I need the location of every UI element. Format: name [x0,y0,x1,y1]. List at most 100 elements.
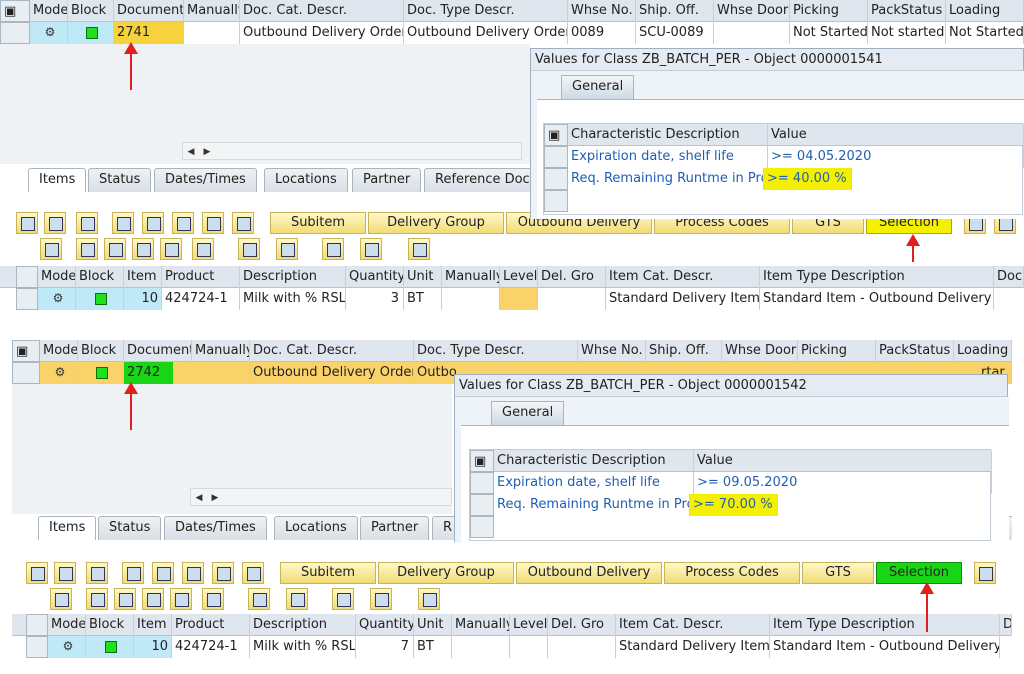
subtotal-icon[interactable] [276,238,298,260]
batch-icon[interactable] [242,562,264,584]
tab-reference-doc[interactable]: Reference Doc [424,168,541,192]
scroll-left-icon[interactable]: ◀ [183,144,199,160]
subtotal-icon[interactable] [286,588,308,610]
col-ship-off[interactable]: Ship. Off. [646,340,722,362]
col-whse-no[interactable]: Whse No. [578,340,646,362]
info-icon[interactable] [418,588,440,610]
select-all-icon[interactable]: ▣ [0,0,30,22]
sort-asc-icon[interactable] [76,238,98,260]
characteristic-row[interactable]: Req. Remaining Runtme in Pro >= 70.00 % [470,494,990,516]
tab-general[interactable]: General [491,401,565,425]
tab-status[interactable]: Status [88,168,152,192]
scroll-up-icon[interactable] [16,212,38,234]
row-selector[interactable] [470,472,494,494]
col-description[interactable]: Description [250,614,356,636]
col-block[interactable]: Block [78,340,124,362]
item-row[interactable]: ⚙ 10 424724-1 Milk with % RSL 3 BT Stand… [0,288,1024,310]
col-doc[interactable]: D [1000,614,1012,636]
col-manually[interactable]: Manually [184,0,240,22]
select-all-icon[interactable]: ▣ [12,340,40,362]
tab-locations[interactable]: Locations [264,168,348,192]
characteristic-row[interactable] [470,516,990,538]
col-level[interactable]: Level [500,266,538,288]
outbound-delivery-button[interactable]: Outbound Delivery [516,562,662,584]
select-all-icon[interactable] [26,614,48,636]
col-level[interactable]: Level [510,614,548,636]
characteristic-row[interactable]: Req. Remaining Runtme in Pro >= 40.00 % [544,168,1022,190]
mode-icon[interactable]: ⚙ [30,22,68,44]
mode-icon[interactable]: ⚙ [40,362,78,384]
select-all-icon[interactable]: ▣ [470,450,494,472]
binoculars-icon[interactable] [132,238,154,260]
mode-icon[interactable]: ⚙ [38,288,76,310]
layout-icon[interactable] [370,588,392,610]
sort-asc-icon[interactable] [86,588,108,610]
sum-icon[interactable] [248,588,270,610]
merge-icon[interactable] [202,212,224,234]
col-characteristic[interactable]: Characteristic Description [494,450,694,472]
create-icon[interactable] [112,212,134,234]
col-quantity[interactable]: Quantity [346,266,404,288]
tab-dates-times[interactable]: Dates/Times [154,168,257,192]
binoculars-icon[interactable] [142,588,164,610]
delete-icon[interactable] [142,212,164,234]
document-row[interactable]: ⚙ 2741 Outbound Delivery Order Outbound … [0,22,1024,44]
find-icon[interactable] [40,238,62,260]
col-loading[interactable]: Loading [954,340,1012,362]
horizontal-scrollbar[interactable]: ◀ ▶ [190,488,452,506]
col-whse-door[interactable]: Whse Door [722,340,798,362]
col-ship-off[interactable]: Ship. Off. [636,0,714,22]
characteristic-value[interactable]: >= 04.05.2020 [768,146,1024,168]
tab-partner[interactable]: Partner [352,168,422,192]
characteristic-value[interactable]: >= 40.00 % [764,168,852,190]
characteristic-row[interactable] [544,190,1022,212]
export-icon[interactable] [332,588,354,610]
col-item[interactable]: Item [124,266,162,288]
col-manually[interactable]: Manually [192,340,250,362]
tab-items[interactable]: Items [28,168,87,192]
row-selector[interactable] [12,362,40,384]
col-product[interactable]: Product [172,614,250,636]
row-selector[interactable] [544,190,568,212]
col-packstatus[interactable]: PackStatus [868,0,946,22]
row-selector[interactable] [0,22,30,44]
mode-icon[interactable]: ⚙ [48,636,86,658]
scroll-left-icon[interactable]: ◀ [191,490,207,506]
tab-items[interactable]: Items [38,516,97,540]
col-mode[interactable]: Mode [30,0,68,22]
delete-icon[interactable] [152,562,174,584]
document-number[interactable]: 2742 [124,362,174,384]
characteristic-row[interactable]: Expiration date, shelf life >= 09.05.202… [470,472,992,494]
tab-status[interactable]: Status [98,516,162,540]
select-all-icon[interactable]: ▣ [544,124,568,146]
filter-icon[interactable] [192,238,214,260]
row-selector[interactable] [16,288,38,310]
col-product[interactable]: Product [162,266,240,288]
col-block[interactable]: Block [68,0,114,22]
col-quantity[interactable]: Quantity [356,614,414,636]
col-unit[interactable]: Unit [414,614,452,636]
col-mode[interactable]: Mode [40,340,78,362]
col-block[interactable]: Block [76,266,124,288]
item-row[interactable]: ⚙ 10 424724-1 Milk with % RSL 7 BT Stand… [12,636,1012,658]
scroll-right-icon[interactable]: ▶ [199,144,215,160]
row-selector[interactable] [544,146,568,168]
col-value[interactable]: Value [694,450,992,472]
info-icon[interactable] [408,238,430,260]
details-icon[interactable] [76,212,98,234]
select-all-icon[interactable] [16,266,38,288]
col-picking[interactable]: Picking [790,0,868,22]
tab-dates-times[interactable]: Dates/Times [164,516,267,540]
delivery-group-button[interactable]: Delivery Group [378,562,514,584]
col-whse-no[interactable]: Whse No. [568,0,636,22]
filter-icon[interactable] [202,588,224,610]
col-item-cat[interactable]: Item Cat. Descr. [606,266,760,288]
col-item[interactable]: Item [134,614,172,636]
col-document[interactable]: Document [114,0,184,22]
gts-button[interactable]: GTS [802,562,874,584]
row-selector[interactable] [470,516,494,538]
characteristic-row[interactable]: Expiration date, shelf life >= 04.05.202… [544,146,1024,168]
subitem-button[interactable]: Subitem [270,212,366,234]
find-next-icon[interactable] [170,588,192,610]
scroll-right-icon[interactable]: ▶ [207,490,223,506]
